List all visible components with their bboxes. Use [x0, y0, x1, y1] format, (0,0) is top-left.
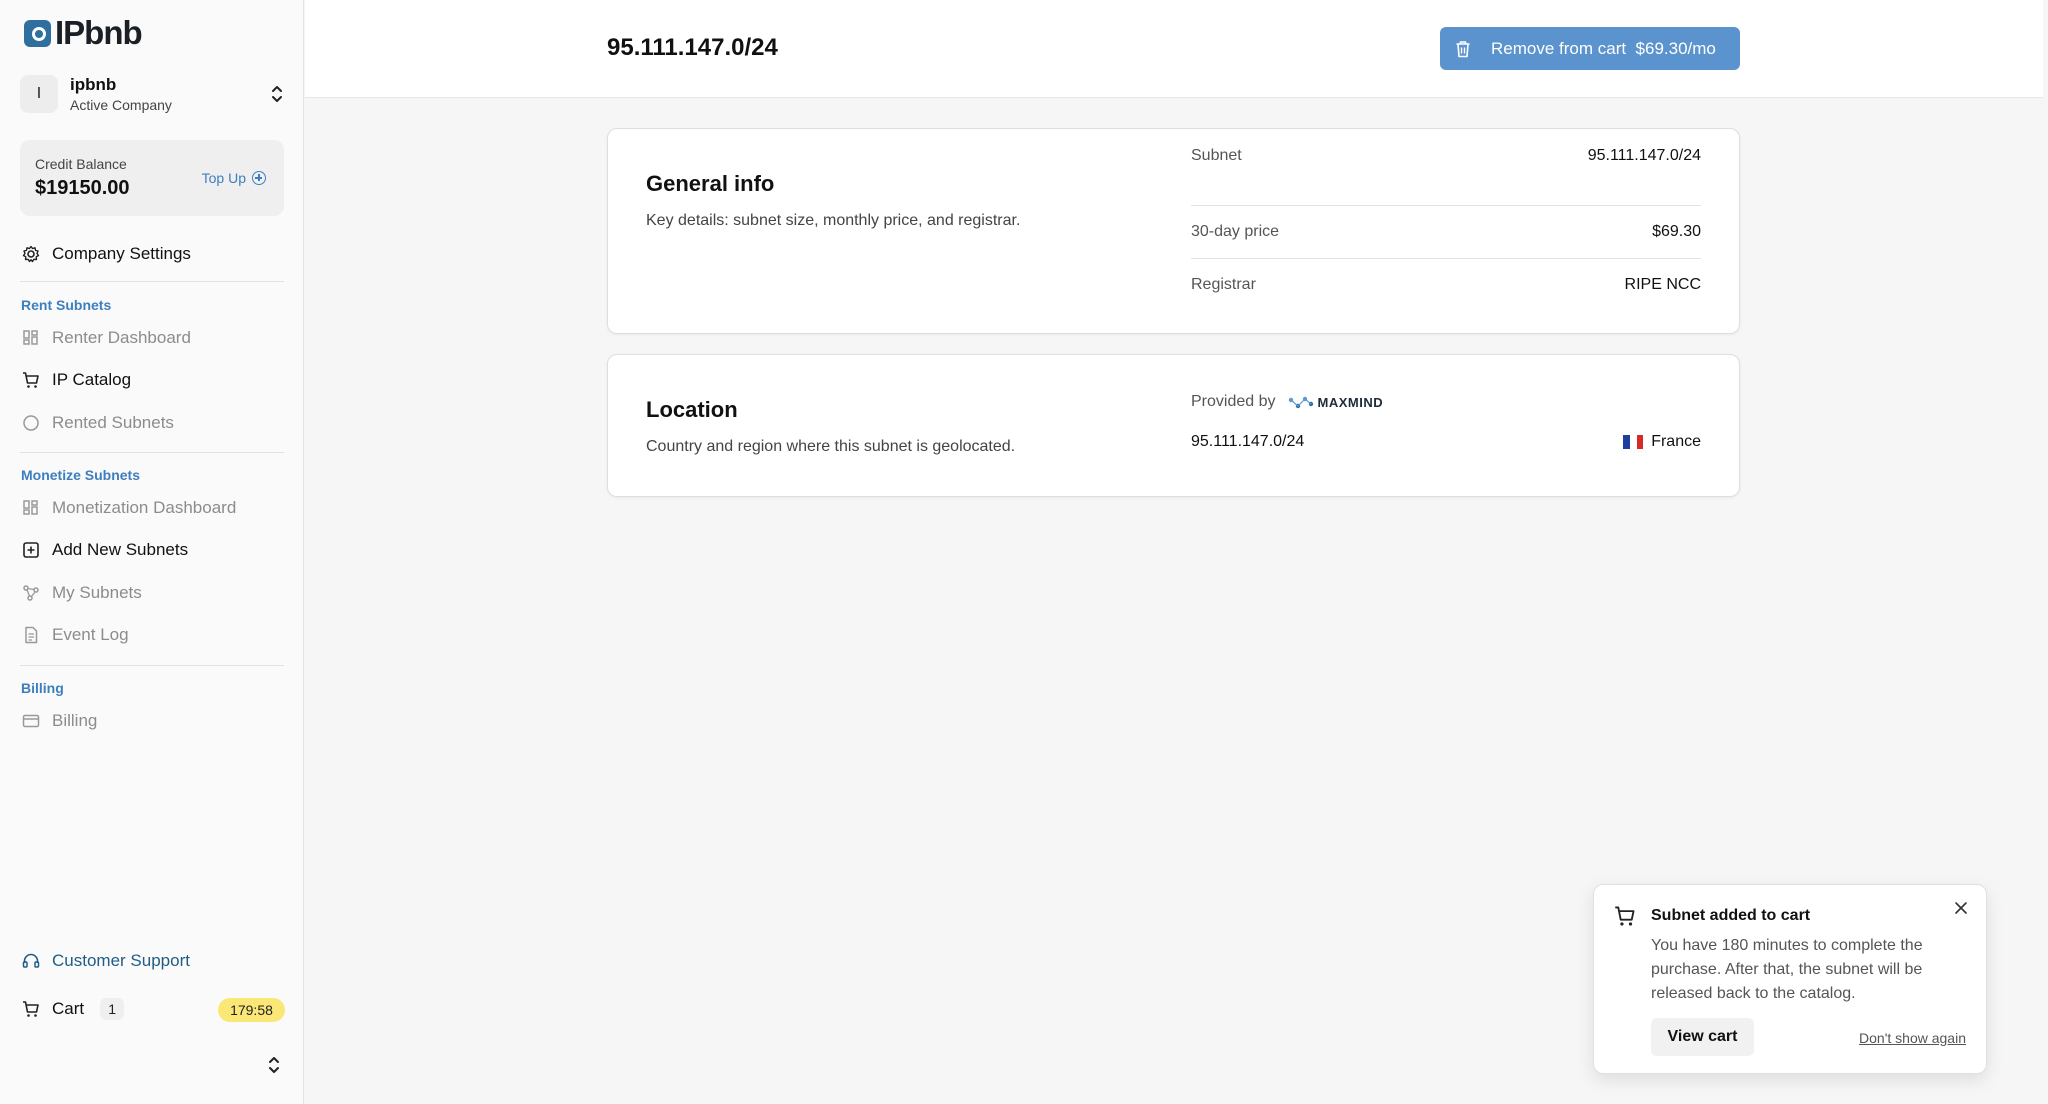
page-header: 95.111.147.0/24 Remove from cart $69.30/… [305, 0, 2043, 98]
general-info-title: General info [646, 171, 775, 196]
location-subnet: 95.111.147.0/24 [1191, 433, 1305, 450]
sidebar-item-monetization-dashboard[interactable]: Monetization Dashboard [22, 498, 236, 518]
sidebar-item-label: My Subnets [52, 583, 142, 602]
info-row-registrar: Registrar RIPE NCC [1191, 258, 1701, 311]
company-name: ipbnb [70, 75, 117, 94]
sidebar-item-label: Customer Support [52, 951, 190, 970]
sidebar-item-label: Renter Dashboard [52, 328, 191, 347]
info-row-price: 30-day price $69.30 [1191, 205, 1701, 258]
info-row-key: Registrar [1191, 276, 1256, 293]
maxmind-logo-icon [1288, 396, 1313, 409]
headset-icon [22, 953, 40, 968]
plus-square-icon [23, 542, 39, 558]
location-card: Location Country and region where this s… [607, 354, 1740, 497]
sidebar-item-ip-catalog[interactable]: IP Catalog [22, 370, 131, 390]
close-icon[interactable] [1952, 899, 1970, 917]
company-subtitle: Active Company [70, 97, 172, 113]
maxmind-logo: MAXMIND [1288, 395, 1384, 410]
gear-icon [22, 245, 40, 263]
section-label-billing: Billing [21, 680, 64, 696]
sidebar-item-rented-subnets[interactable]: Rented Subnets [22, 413, 174, 433]
remove-from-cart-button[interactable]: Remove from cart $69.30/mo [1440, 27, 1740, 70]
info-row-subnet: Subnet 95.111.147.0/24 [1191, 129, 1701, 182]
info-row-key: Subnet [1191, 146, 1242, 164]
cart-timer-badge: 179:58 [218, 998, 285, 1022]
credit-balance-card: Credit Balance $19150.00 Top Up [20, 140, 284, 216]
sidebar-item-cart[interactable]: Cart 1 [22, 998, 125, 1020]
divider [20, 665, 284, 666]
provided-by-label: Provided by [1191, 393, 1276, 410]
toast-body: You have 180 minutes to complete the pur… [1651, 937, 1923, 1002]
divider [20, 452, 284, 453]
remove-from-cart-label: Remove from cart $69.30/mo [1491, 38, 1716, 58]
sidebar-item-label: Add New Subnets [52, 540, 189, 559]
sidebar-item-label: Rented Subnets [52, 413, 174, 432]
toast-title: Subnet added to cart [1651, 907, 1811, 924]
network-icon [23, 585, 39, 601]
chevron-up-down-icon[interactable] [267, 1055, 281, 1075]
cart-toast: Subnet added to cart You have 180 minute… [1593, 884, 1987, 1074]
view-cart-button[interactable]: View cart [1651, 1018, 1754, 1056]
credit-balance-label: Credit Balance [35, 156, 127, 172]
sidebar-item-label: Event Log [52, 625, 129, 644]
sidebar-item-event-log[interactable]: Event Log [22, 625, 129, 645]
dont-show-again-link[interactable]: Don't show again [1859, 1030, 1966, 1046]
sidebar-item-renter-dashboard[interactable]: Renter Dashboard [22, 328, 191, 348]
divider [20, 281, 284, 282]
chevron-up-down-icon [272, 86, 282, 102]
general-info-card: General info Key details: subnet size, m… [607, 128, 1740, 334]
sidebar-item-company-settings[interactable]: Company Settings [22, 244, 191, 264]
info-row-value: RIPE NCC [1624, 276, 1701, 293]
sidebar-item-label: Monetization Dashboard [52, 498, 237, 517]
page-title: 95.111.147.0/24 [607, 34, 778, 61]
document-icon [25, 626, 38, 644]
sidebar-item-label: Billing [52, 711, 98, 730]
sidebar-item-label: Company Settings [52, 244, 191, 263]
cart-icon [23, 1001, 39, 1017]
cart-icon [1615, 906, 1635, 926]
sidebar-item-add-new-subnets[interactable]: Add New Subnets [22, 540, 188, 560]
company-switcher[interactable]: I ipbnb Active Company [20, 72, 284, 116]
sidebar: IPbnb I ipbnb Active Company Credit Bala… [0, 0, 304, 1104]
top-up-button[interactable]: Top Up [202, 170, 266, 186]
sidebar-item-my-subnets[interactable]: My Subnets [22, 583, 142, 603]
location-country: France [1623, 433, 1701, 451]
top-up-label: Top Up [201, 170, 246, 186]
info-row-value: $69.30 [1652, 223, 1701, 240]
dashboard-icon [23, 500, 38, 515]
logo-icon [24, 19, 51, 47]
credit-balance-value: $19150.00 [35, 177, 130, 199]
credit-card-icon [22, 714, 40, 728]
country-name: France [1651, 433, 1701, 450]
section-label-monetize-subnets: Monetize Subnets [21, 467, 141, 483]
info-row-value: 95.111.147.0/24 [1587, 146, 1701, 164]
avatar: I [20, 75, 58, 113]
section-label-rent-subnets: Rent Subnets [21, 297, 112, 313]
sidebar-item-label: IP Catalog [52, 370, 132, 389]
logo[interactable]: IPbnb [24, 14, 143, 52]
cart-count-badge: 1 [100, 998, 125, 1020]
dashboard-icon [23, 330, 38, 345]
cart-icon [23, 372, 39, 388]
location-title: Location [646, 397, 738, 422]
info-row-key: 30-day price [1191, 223, 1280, 240]
trash-icon [1456, 40, 1470, 57]
plus-circle-icon [252, 171, 266, 185]
general-info-description: Key details: subnet size, monthly price,… [646, 212, 1021, 229]
circle-icon [23, 415, 39, 431]
france-flag-icon [1623, 435, 1644, 449]
location-description: Country and region where this subnet is … [646, 438, 1016, 455]
brand-name: IPbnb [55, 14, 143, 51]
sidebar-item-customer-support[interactable]: Customer Support [22, 951, 190, 971]
maxmind-logo-text: MAXMIND [1317, 394, 1384, 410]
provided-by: Provided by MAXMIND [1191, 393, 1383, 411]
sidebar-item-label: Cart [52, 999, 85, 1018]
sidebar-item-billing[interactable]: Billing [22, 711, 97, 731]
